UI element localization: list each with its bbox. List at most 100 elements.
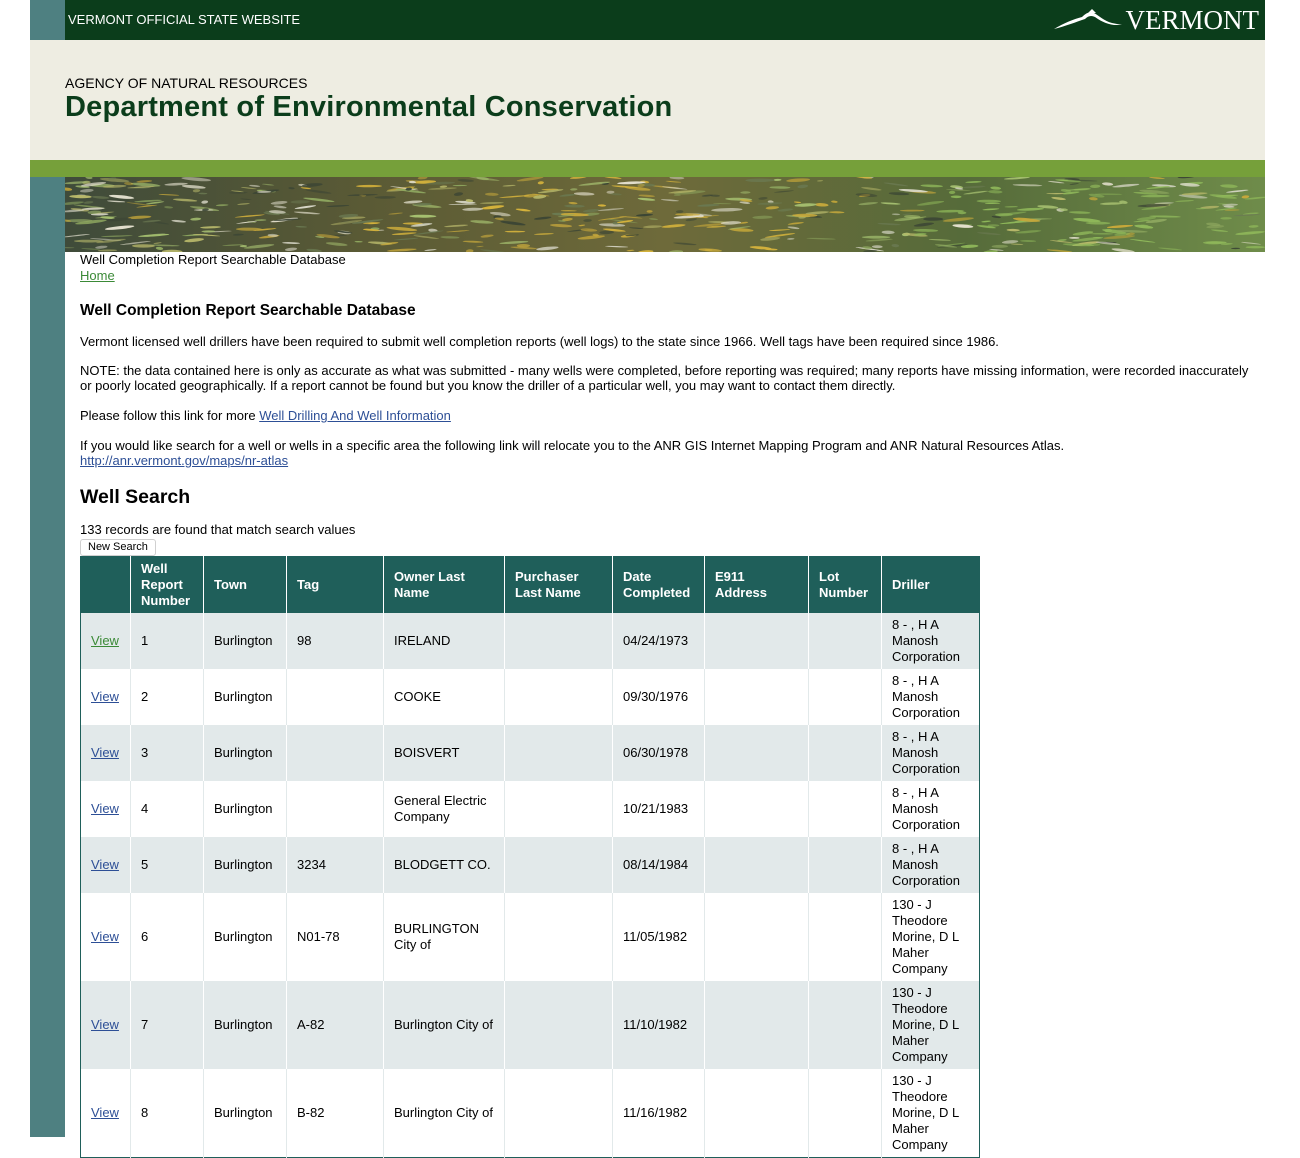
- e911-cell: [704, 781, 809, 837]
- tag-cell: A-82: [286, 981, 384, 1069]
- vermont-logo[interactable]: VERMONT: [1052, 4, 1260, 36]
- column-header-purchaser-last-name[interactable]: Purchaser Last Name: [504, 556, 613, 613]
- view-link[interactable]: View: [91, 745, 119, 760]
- well-report-number-cell: 7: [130, 981, 204, 1069]
- tag-cell: [286, 781, 384, 837]
- well-drilling-info-link[interactable]: Well Drilling And Well Information: [259, 408, 451, 423]
- view-cell: View: [80, 981, 131, 1069]
- state-topbar: VERMONT OFFICIAL STATE WEBSITE VERMONT: [65, 0, 1265, 40]
- table-row: View 4 Burlington General Electric Compa…: [80, 781, 980, 837]
- column-header-well-report-number[interactable]: Well Report Number: [130, 556, 204, 613]
- e911-cell: [704, 1069, 809, 1158]
- view-link[interactable]: View: [91, 801, 119, 816]
- well-report-number-cell: 5: [130, 837, 204, 893]
- e911-cell: [704, 613, 809, 669]
- lot-number-cell: [808, 725, 882, 781]
- tag-cell: B-82: [286, 1069, 384, 1158]
- date-completed-cell: 10/21/1983: [612, 781, 705, 837]
- e911-cell: [704, 669, 809, 725]
- view-link[interactable]: View: [91, 929, 119, 944]
- town-cell: Burlington: [203, 781, 287, 837]
- column-header-owner-last-name[interactable]: Owner Last Name: [383, 556, 505, 613]
- town-cell: Burlington: [203, 613, 287, 669]
- view-cell: View: [80, 1069, 131, 1158]
- well-report-number-cell: 6: [130, 893, 204, 981]
- tag-cell: 3234: [286, 837, 384, 893]
- column-header-town[interactable]: Town: [203, 556, 287, 613]
- intro-paragraph: Vermont licensed well drillers have been…: [80, 334, 999, 349]
- driller-cell: 130 - J Theodore Morine, D L Maher Compa…: [881, 893, 980, 981]
- table-row: View 8 Burlington B-82 Burlington City o…: [80, 1069, 980, 1158]
- note-paragraph: NOTE: the data contained here is only as…: [80, 363, 1249, 393]
- view-link[interactable]: View: [91, 689, 119, 704]
- purchaser-cell: [504, 893, 613, 981]
- lot-number-cell: [808, 1069, 882, 1158]
- date-completed-cell: 04/24/1973: [612, 613, 705, 669]
- driller-cell: 8 - , H A Manosh Corporation: [881, 613, 980, 669]
- lot-number-cell: [808, 613, 882, 669]
- column-header-view: [80, 556, 131, 613]
- atlas-text: If you would like search for a well or w…: [80, 438, 1065, 453]
- driller-cell: 130 - J Theodore Morine, D L Maher Compa…: [881, 981, 980, 1069]
- view-link[interactable]: View: [91, 1017, 119, 1032]
- e911-cell: [704, 725, 809, 781]
- date-completed-cell: 09/30/1976: [612, 669, 705, 725]
- tag-cell: [286, 669, 384, 725]
- town-cell: Burlington: [203, 893, 287, 981]
- owner-cell: Burlington City of: [383, 981, 505, 1069]
- e911-cell: [704, 981, 809, 1069]
- date-completed-cell: 08/14/1984: [612, 837, 705, 893]
- town-cell: Burlington: [203, 669, 287, 725]
- view-cell: View: [80, 781, 131, 837]
- nr-atlas-link[interactable]: http://anr.vermont.gov/maps/nr-atlas: [80, 453, 288, 468]
- column-header-date-completed[interactable]: Date Completed: [612, 556, 705, 613]
- vermont-logo-text: VERMONT: [1125, 5, 1260, 35]
- department-header: AGENCY OF NATURAL RESOURCES Department o…: [30, 40, 1265, 160]
- column-header-lot-number[interactable]: Lot Number: [808, 556, 882, 613]
- view-cell: View: [80, 837, 131, 893]
- purchaser-cell: [504, 613, 613, 669]
- lot-number-cell: [808, 837, 882, 893]
- lot-number-cell: [808, 893, 882, 981]
- town-cell: Burlington: [203, 981, 287, 1069]
- owner-cell: BLODGETT CO.: [383, 837, 505, 893]
- column-header-e911-address[interactable]: E911 Address: [704, 556, 809, 613]
- agency-name: AGENCY OF NATURAL RESOURCES: [65, 75, 308, 91]
- well-report-number-cell: 3: [130, 725, 204, 781]
- view-link[interactable]: View: [91, 857, 119, 872]
- breadcrumb-home-link[interactable]: Home: [80, 268, 115, 283]
- department-title[interactable]: Department of Environmental Conservation: [65, 91, 672, 124]
- table-row: View 3 Burlington BOISVERT 06/30/1978 8 …: [80, 725, 980, 781]
- driller-cell: 8 - , H A Manosh Corporation: [881, 837, 980, 893]
- well-search-heading: Well Search: [80, 486, 191, 508]
- state-website-label[interactable]: VERMONT OFFICIAL STATE WEBSITE: [68, 12, 300, 27]
- owner-cell: BOISVERT: [383, 725, 505, 781]
- view-link[interactable]: View: [91, 1105, 119, 1120]
- owner-cell: BURLINGTON City of: [383, 893, 505, 981]
- column-header-tag[interactable]: Tag: [286, 556, 384, 613]
- view-link[interactable]: View: [91, 633, 119, 648]
- owner-cell: Burlington City of: [383, 1069, 505, 1158]
- well-report-number-cell: 8: [130, 1069, 204, 1158]
- new-search-button[interactable]: New Search: [80, 539, 156, 556]
- e911-cell: [704, 893, 809, 981]
- water-reflection-banner: [65, 177, 1265, 252]
- view-cell: View: [80, 893, 131, 981]
- lot-number-cell: [808, 981, 882, 1069]
- info-link-paragraph: Please follow this link for more Well Dr…: [80, 408, 1260, 423]
- column-header-driller[interactable]: Driller: [881, 556, 980, 613]
- well-report-number-cell: 1: [130, 613, 204, 669]
- green-divider-bar: [30, 160, 1265, 177]
- e911-cell: [704, 837, 809, 893]
- page-title: Well Completion Report Searchable Databa…: [80, 302, 416, 319]
- tag-cell: 98: [286, 613, 384, 669]
- well-report-number-cell: 4: [130, 781, 204, 837]
- owner-cell: IRELAND: [383, 613, 505, 669]
- info-link-prefix: Please follow this link for more: [80, 408, 260, 423]
- purchaser-cell: [504, 781, 613, 837]
- tag-cell: N01-78: [286, 893, 384, 981]
- mountain-bird-logo-icon: [1052, 7, 1124, 33]
- town-cell: Burlington: [203, 1069, 287, 1158]
- driller-cell: 8 - , H A Manosh Corporation: [881, 669, 980, 725]
- table-row: View 7 Burlington A-82 Burlington City o…: [80, 981, 980, 1069]
